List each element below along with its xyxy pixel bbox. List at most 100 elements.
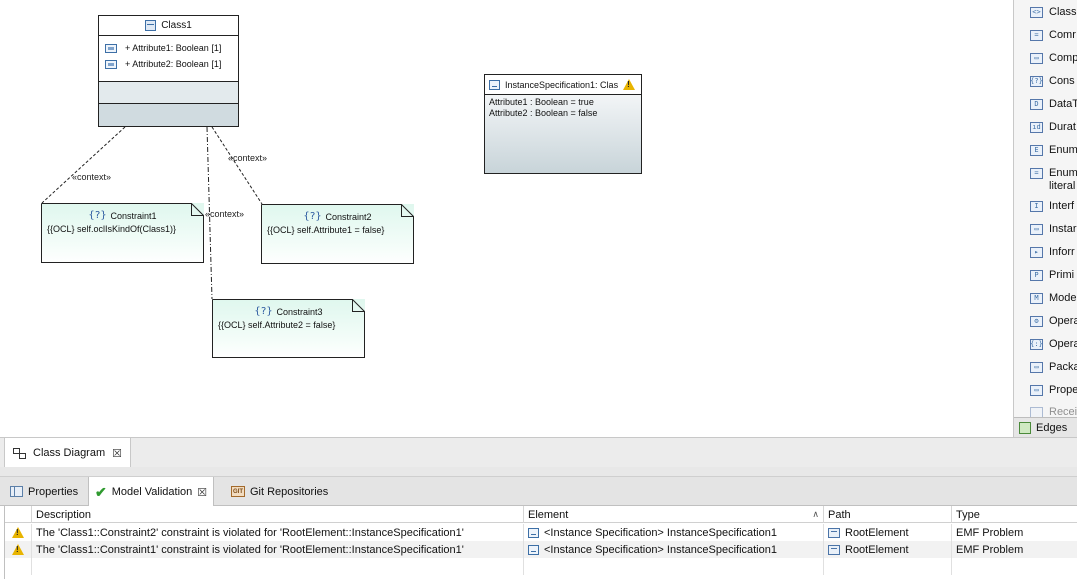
tab-label: Git Repositories	[250, 485, 329, 498]
context-label-3: «context»	[205, 209, 245, 219]
close-icon[interactable]: ☒	[197, 486, 207, 499]
palette-label: Opera	[1049, 338, 1077, 350]
palette-item-package[interactable]: ▭ Packa	[1030, 358, 1077, 376]
edges-icon	[1019, 421, 1031, 434]
class1-operations-compartment[interactable]	[99, 82, 238, 104]
row-element: <Instance Specification> InstanceSpecifi…	[524, 524, 824, 541]
class1-header[interactable]: Class1	[99, 16, 238, 36]
palette-drawer-edges[interactable]: Edges	[1014, 417, 1077, 437]
instance-slot-2[interactable]: Attribute2 : Boolean = false	[485, 108, 641, 119]
palette-item-primitive-type[interactable]: P Primi	[1030, 266, 1074, 284]
warning-icon	[623, 79, 636, 90]
constraint3-body: {{OCL} self.Attribute2 = false}	[218, 320, 336, 330]
constraint3-note[interactable]: {?} Constraint3 {{OCL} self.Attribute2 =…	[212, 299, 365, 358]
row-element: <Instance Specification> InstanceSpecifi…	[524, 541, 824, 558]
attribute-icon	[105, 59, 117, 69]
palette-item-comment[interactable]: = Comr	[1030, 26, 1076, 44]
instance-specification-icon	[489, 79, 500, 90]
enumeration-icon: E	[1030, 144, 1043, 156]
git-icon: GIT	[231, 486, 245, 497]
class1-attribute-2[interactable]: + Attribute2: Boolean [1]	[99, 56, 238, 72]
tab-model-validation[interactable]: ✔ Model Validation ☒	[88, 477, 215, 507]
column-header-type[interactable]: Type	[952, 506, 1077, 523]
palette-item-operation-2[interactable]: {:} Opera	[1030, 335, 1077, 353]
palette-item-constraint[interactable]: {?} Cons	[1030, 72, 1075, 90]
class1-attribute-1[interactable]: + Attribute1: Boolean [1]	[99, 40, 238, 56]
datatype-icon: D	[1030, 98, 1043, 110]
column-header-element[interactable]: Element ∧	[524, 506, 824, 523]
instance-title: InstanceSpecification1: Clas	[505, 79, 619, 90]
class1-name: Class1	[161, 20, 192, 31]
instance-specification-node[interactable]: InstanceSpecification1: Clas Attribute1 …	[484, 74, 642, 174]
row-path	[824, 558, 952, 575]
information-item-icon: ▸	[1030, 246, 1043, 258]
class1-attributes-compartment[interactable]: + Attribute1: Boolean [1] + Attribute2: …	[99, 36, 238, 82]
row-description: The 'Class1::Constraint2' constraint is …	[32, 524, 524, 541]
diagram-canvas[interactable]: «context» «context» «context» Class1 + A…	[0, 0, 1013, 437]
row-element-label: <Instance Specification> InstanceSpecifi…	[544, 543, 777, 556]
palette-label: Opera	[1049, 315, 1077, 327]
palette-item-enumeration-literal-line2[interactable]: literal	[1049, 177, 1075, 195]
tab-git-repositories[interactable]: GIT Git Repositories	[225, 477, 334, 506]
primitive-type-icon: P	[1030, 269, 1043, 281]
palette-item-component[interactable]: ▭ Comp	[1030, 49, 1077, 67]
comment-icon: =	[1030, 29, 1043, 41]
constraint2-body: {{OCL} self.Attribute1 = false}	[267, 225, 385, 235]
duration-icon: ıd	[1030, 121, 1043, 133]
warning-icon	[12, 544, 24, 555]
column-header-element-label: Element	[528, 508, 569, 521]
row-status	[5, 524, 32, 541]
enumeration-literal-icon: =	[1030, 167, 1043, 179]
row-path-label: RootElement	[845, 526, 909, 539]
class1-nested-compartment[interactable]	[99, 104, 238, 126]
row-path: RootElement	[824, 524, 952, 541]
palette-item-instance-specification[interactable]: ▭ Instar	[1030, 220, 1077, 238]
tab-properties[interactable]: Properties	[4, 477, 84, 506]
instance-specification-icon	[528, 544, 539, 555]
instance-slots[interactable]: Attribute1 : Boolean = true Attribute2 :…	[485, 95, 641, 119]
instance-specification-icon	[528, 527, 539, 538]
palette-item-information-item[interactable]: ▸ Inforr	[1030, 243, 1075, 261]
palette-item-property[interactable]: ▭ Prope	[1030, 381, 1077, 399]
panel-separator[interactable]	[0, 467, 1077, 476]
close-icon[interactable]: ☒	[112, 447, 122, 460]
table-row[interactable]: The 'Class1::Constraint2' constraint is …	[5, 524, 1077, 541]
interface-icon: I	[1030, 200, 1043, 212]
sort-ascending-icon: ∧	[812, 509, 819, 519]
tab-class-diagram[interactable]: Class Diagram ☒	[4, 438, 132, 468]
attribute-label: + Attribute1: Boolean [1]	[125, 43, 222, 53]
table-row-empty	[5, 558, 1077, 575]
instance-specification-icon: ▭	[1030, 223, 1043, 235]
constraint1-note[interactable]: {?} Constraint1 {{OCL} self.oclIsKindOf(…	[41, 203, 204, 263]
constraint2-note[interactable]: {?} Constraint2 {{OCL} self.Attribute1 =…	[261, 204, 414, 264]
palette-item-duration[interactable]: ıd Durat	[1030, 118, 1076, 136]
constraint-icon: {?}	[254, 306, 273, 317]
column-header-description[interactable]: Description	[32, 506, 524, 523]
palette-item-model[interactable]: M Mode	[1030, 289, 1077, 307]
context-edge-constraint1	[41, 126, 126, 204]
row-status	[5, 558, 32, 575]
palette-item-interface[interactable]: I Interf	[1030, 197, 1074, 215]
instance-slot-1[interactable]: Attribute1 : Boolean = true	[485, 97, 641, 108]
constraint-icon: {?}	[303, 211, 322, 222]
instance-header[interactable]: InstanceSpecification1: Clas	[485, 75, 641, 95]
palette-label: Comp	[1049, 52, 1077, 64]
palette-item-operation[interactable]: ⚙ Opera	[1030, 312, 1077, 330]
palette-item-class[interactable]: <> Class	[1030, 3, 1077, 21]
row-description: The 'Class1::Constraint1' constraint is …	[32, 541, 524, 558]
class-icon: <>	[1030, 6, 1043, 18]
palette-label: Cons	[1049, 75, 1075, 87]
column-header-path[interactable]: Path	[824, 506, 952, 523]
constraint1-body: {{OCL} self.oclIsKindOf(Class1)}	[47, 224, 177, 234]
class1-node[interactable]: Class1 + Attribute1: Boolean [1] + Attri…	[98, 15, 239, 127]
palette: <> Class = Comr ▭ Comp {?} Cons D DataT ıd Dur…	[1013, 0, 1077, 437]
row-type	[952, 558, 1077, 575]
palette-item-datatype[interactable]: D DataT	[1030, 95, 1077, 113]
palette-label: Enum	[1049, 144, 1077, 156]
row-description	[32, 558, 524, 575]
column-header-icon[interactable]	[5, 506, 32, 523]
row-type: EMF Problem	[956, 526, 1024, 539]
palette-item-enumeration[interactable]: E Enum	[1030, 141, 1077, 159]
table-row[interactable]: The 'Class1::Constraint1' constraint is …	[5, 541, 1077, 558]
diagram-icon	[13, 447, 26, 459]
